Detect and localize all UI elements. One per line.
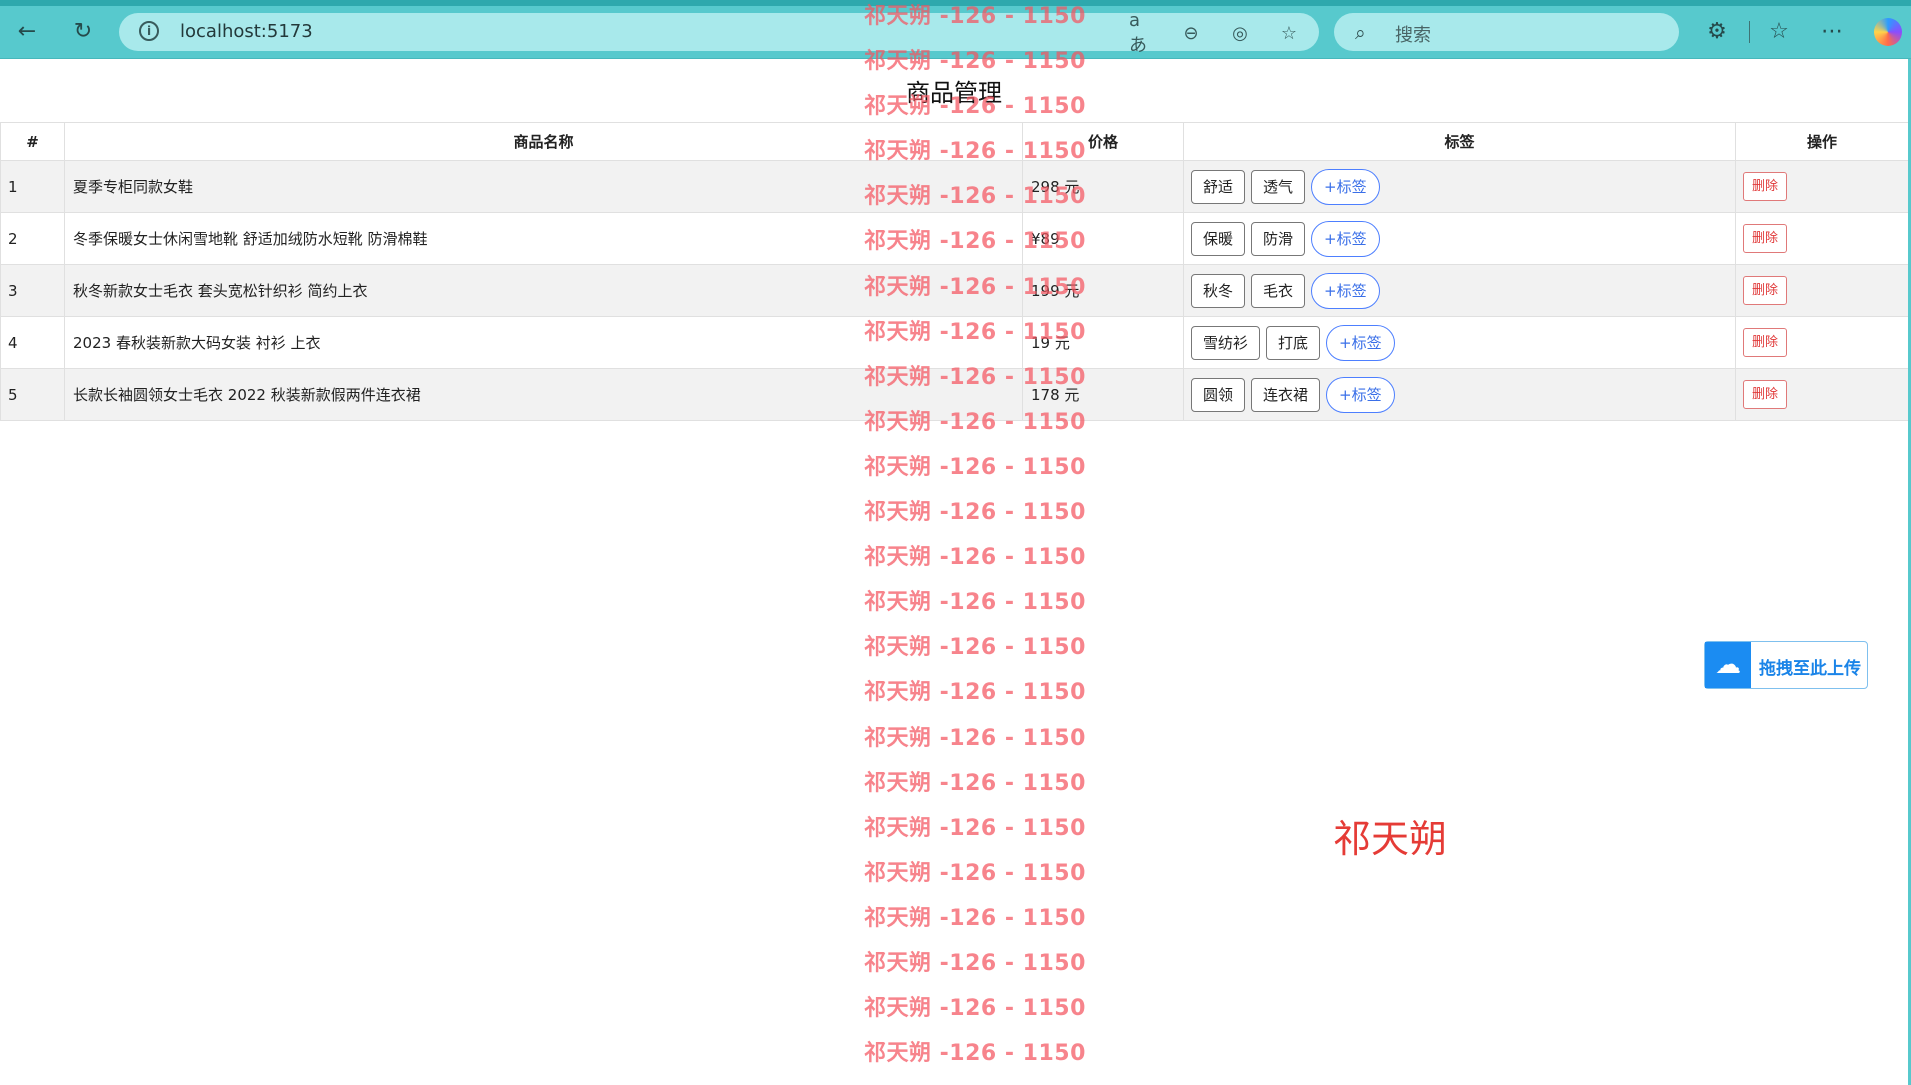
watermark-text: 祁天朔 -126 - 1150 [864,94,1086,120]
delete-button[interactable]: 删除 [1743,276,1788,305]
tag-chip: 打底 [1266,325,1321,360]
row-actions: 删除 [1735,368,1909,421]
watermark-text: 祁天朔 -126 - 1150 [864,274,1086,300]
edge-icon[interactable]: ◎ [1227,20,1253,46]
watermark-text: 祁天朔 -126 - 1150 [864,1041,1086,1067]
row-actions: 删除 [1735,316,1909,369]
tag-chip: 防滑 [1251,221,1306,256]
delete-button[interactable]: 删除 [1743,380,1788,409]
add-tag-button[interactable]: +标签 [1326,324,1395,361]
tag-chip: 毛衣 [1251,273,1306,308]
watermark-text: 祁天朔 -126 - 1150 [864,4,1086,29]
delete-button[interactable]: 删除 [1743,328,1788,357]
row-actions: 删除 [1735,160,1909,213]
watermark-text: 祁天朔 -126 - 1150 [864,49,1086,75]
header-actions: 操作 [1735,122,1909,161]
row-index: 1 [0,160,65,213]
product-tags: 圆领 连衣裙 +标签 [1183,368,1736,421]
row-index: 4 [0,316,65,369]
watermark-text: 祁天朔 -126 - 1150 [864,635,1086,661]
browser-search-box[interactable]: ⌕ 搜索 [1334,13,1679,51]
drag-upload-widget[interactable]: ☁ 拖拽至此上传 [1704,641,1868,689]
row-index: 2 [0,212,65,265]
watermark-text: 祁天朔 -126 - 1150 [864,364,1086,390]
watermark-text: 祁天朔 -126 - 1150 [864,905,1086,931]
watermark-text: 祁天朔 -126 - 1150 [864,860,1086,886]
tag-chip: 保暖 [1191,221,1246,256]
add-tag-button[interactable]: +标签 [1326,376,1395,413]
tag-chip: 连衣裙 [1251,377,1321,412]
watermark-text: 祁天朔 -126 - 1150 [864,590,1086,616]
zoom-out-icon[interactable]: ⊖ [1178,20,1204,46]
watermark-text: 祁天朔 -126 - 1150 [864,184,1086,210]
favorite-icon[interactable]: ☆ [1276,20,1302,46]
watermark-text: 祁天朔 -126 - 1150 [864,680,1086,706]
url-text[interactable]: localhost:5173 [180,21,313,42]
favorites-icon[interactable]: ☆ [1762,14,1796,48]
tag-chip: 圆领 [1191,377,1246,412]
add-tag-button[interactable]: +标签 [1311,272,1380,309]
refresh-icon[interactable]: ↻ [66,14,100,48]
row-actions: 删除 [1735,212,1909,265]
header-tags: 标签 [1183,122,1736,161]
watermark-text: 祁天朔 -126 - 1150 [864,996,1086,1022]
back-icon[interactable]: ← [10,14,44,48]
header-index: # [0,122,65,161]
watermark-text: 祁天朔 -126 - 1150 [864,409,1086,435]
row-index: 5 [0,368,65,421]
delete-button[interactable]: 删除 [1743,224,1788,253]
watermark-text: 祁天朔 -126 - 1150 [864,950,1086,976]
tag-chip: 透气 [1251,169,1306,204]
upload-label: 拖拽至此上传 [1759,659,1861,679]
watermark-text: 祁天朔 -126 - 1150 [864,500,1086,526]
product-tags: 秋冬 毛衣 +标签 [1183,264,1736,317]
watermark-stack: 祁天朔 -126 - 1150 祁天朔 -126 - 1150 祁天朔 -126 -… [864,0,1086,1076]
watermark-text: 祁天朔 -126 - 1150 [864,545,1086,571]
watermark-text: 祁天朔 -126 - 1150 [864,319,1086,345]
row-index: 3 [0,264,65,317]
watermark-text: 祁天朔 -126 - 1150 [864,770,1086,796]
product-tags: 舒适 透气 +标签 [1183,160,1736,213]
watermark-text: 祁天朔 -126 - 1150 [864,139,1086,165]
red-name-text: 祁天朔 [1333,817,1448,861]
product-tags: 保暖 防滑 +标签 [1183,212,1736,265]
add-tag-button[interactable]: +标签 [1311,168,1380,205]
copilot-icon[interactable] [1874,18,1902,46]
search-icon: ⌕ [1355,22,1366,44]
delete-button[interactable]: 删除 [1743,172,1788,201]
address-bar[interactable]: i localhost:5173 aあ ⊖ ◎ ☆ [119,10,1319,56]
translate-icon[interactable]: aあ [1129,10,1155,56]
watermark-text: 祁天朔 -126 - 1150 [864,815,1086,841]
cloud-upload-icon: ☁ [1705,642,1751,688]
toolbar-separator [1749,21,1750,43]
add-tag-button[interactable]: +标签 [1311,220,1380,257]
extensions-icon[interactable]: ⚙ [1700,14,1734,48]
tag-chip: 雪纺衫 [1191,325,1261,360]
info-icon[interactable]: i [139,21,159,41]
watermark-text: 祁天朔 -126 - 1150 [864,229,1086,255]
tag-chip: 舒适 [1191,169,1246,204]
tag-chip: 秋冬 [1191,273,1246,308]
watermark-text: 祁天朔 -126 - 1150 [864,725,1086,751]
watermark-text: 祁天朔 -126 - 1150 [864,454,1086,480]
row-actions: 删除 [1735,264,1909,317]
browser-search-placeholder: 搜索 [1395,25,1431,46]
product-tags: 雪纺衫 打底 +标签 [1183,316,1736,369]
more-icon[interactable]: ⋯ [1815,14,1849,48]
